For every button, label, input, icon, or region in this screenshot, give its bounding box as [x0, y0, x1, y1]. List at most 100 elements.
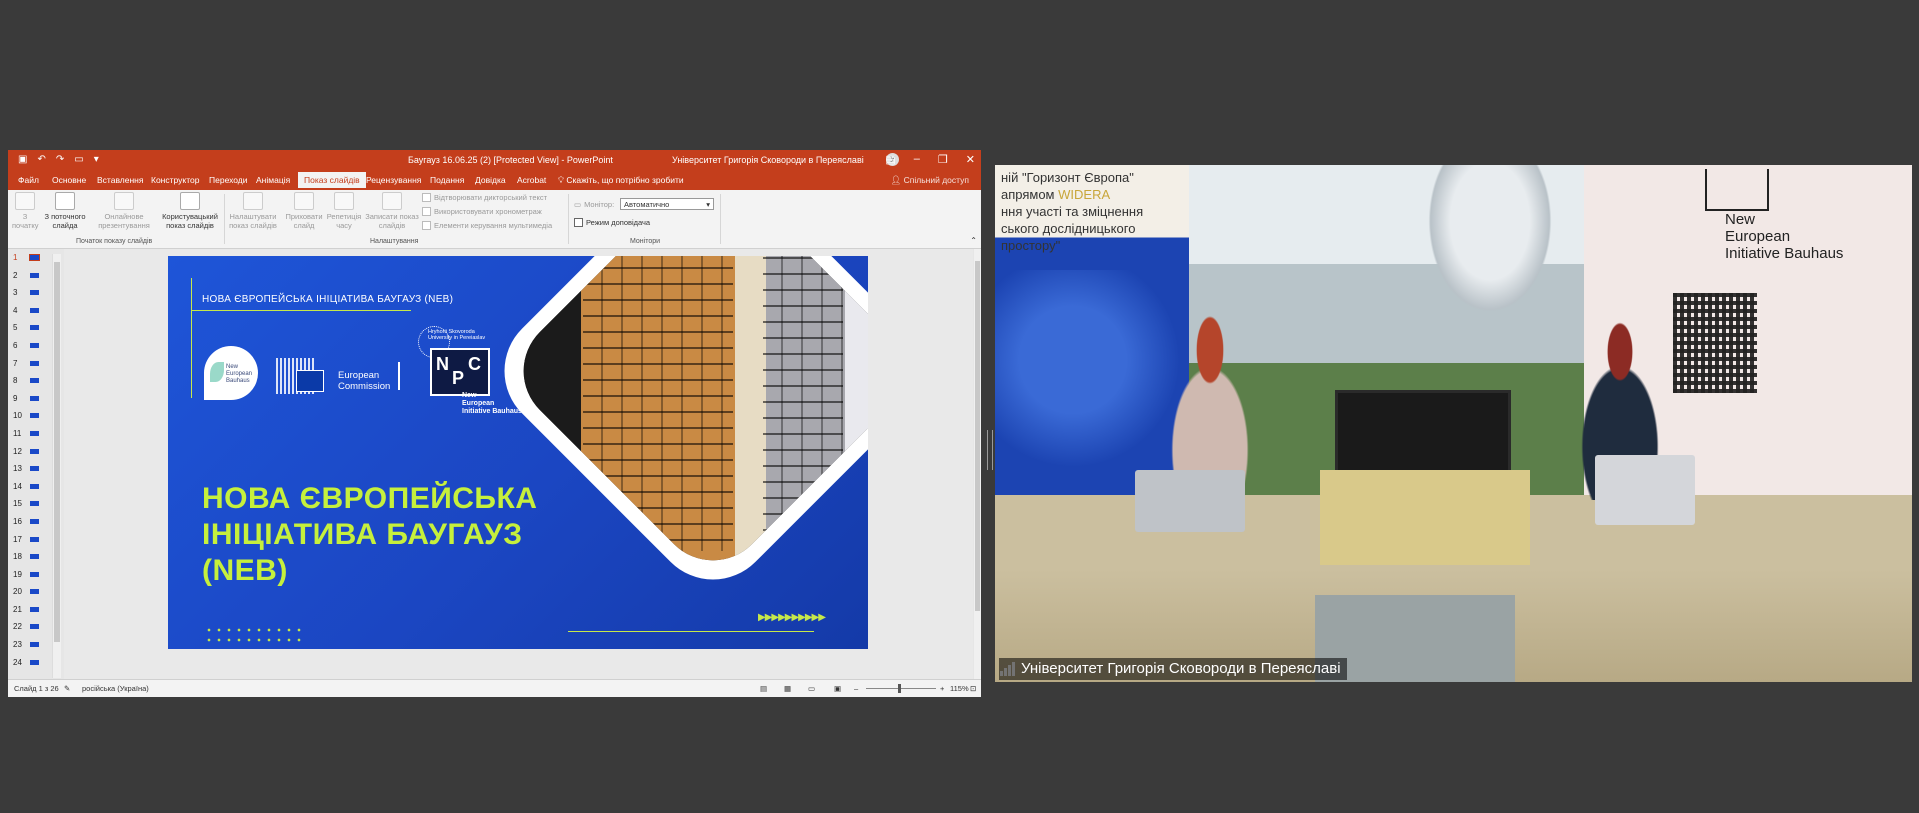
use-timings-checkbox[interactable]: Використовувати хронометраж: [422, 207, 542, 216]
setup-icon: [243, 192, 263, 210]
slide-number: 1: [13, 253, 18, 262]
collapse-ribbon-icon[interactable]: ⌃: [970, 236, 977, 245]
slide-thumbnail-icon: [30, 624, 39, 630]
slide-thumbnail-icon: [30, 659, 39, 665]
account-name[interactable]: Університет Григорія Сковороди в Переясл…: [672, 155, 864, 165]
thumbnail-scrollbar[interactable]: [52, 254, 61, 678]
slide-thumbnail-icon: [30, 518, 39, 524]
npc-caption: New European Initiative Bauhaus: [462, 392, 522, 415]
tab-view[interactable]: Подання: [430, 175, 464, 185]
share-button[interactable]: 👤︎ Спільний доступ: [890, 175, 969, 186]
slide-number: 24: [13, 657, 22, 667]
slide-number: 14: [13, 481, 22, 491]
university-name: Hryhorii Skovoroda University in Pereias…: [428, 329, 486, 341]
slide-sorter-icon[interactable]: ▦: [784, 684, 791, 693]
close-icon[interactable]: ✕: [966, 153, 975, 166]
slide-number: 4: [13, 305, 18, 315]
slideshow-view-icon[interactable]: ▣: [834, 684, 841, 693]
tab-slide-show[interactable]: Показ слайдів: [298, 172, 366, 188]
monitor-label: ▭ Монітор:: [574, 200, 615, 209]
tab-animations[interactable]: Анімація: [256, 175, 290, 185]
ribbon-display-icon[interactable]: ▤: [885, 153, 895, 166]
dot-pattern: [204, 625, 304, 645]
present-online-icon: [114, 192, 134, 210]
slide-thumbnail-icon: [30, 378, 39, 384]
zoom-slider-knob[interactable]: [898, 684, 901, 693]
slide-scrollbar[interactable]: [974, 249, 981, 680]
group-start-label: Початок показу слайдів: [76, 238, 153, 245]
slide-thumbnail-icon: [30, 554, 39, 560]
show-media-controls-checkbox[interactable]: Елементи керування мультимедіа: [422, 221, 552, 230]
current-slide[interactable]: НОВА ЄВРОПЕЙСЬКА ІНІЦІАТИВА БАУГАУЗ (NEB…: [168, 256, 868, 649]
slide-number: 6: [13, 340, 18, 350]
undo-icon[interactable]: ↶: [37, 154, 45, 165]
slide-thumbnail-icon: [30, 325, 39, 331]
slide-thumbnail-icon: [30, 589, 39, 595]
zoom-out-icon[interactable]: –: [854, 684, 858, 693]
slide-number: 13: [13, 464, 22, 474]
scrollbar-thumb[interactable]: [54, 262, 60, 642]
slide-number: 12: [13, 446, 22, 456]
rehearse-timings-button[interactable]: Репетиція часу: [324, 192, 364, 230]
tell-me-search[interactable]: 💡︎ Скажіть, що потрібно зробити: [558, 175, 684, 186]
monitor-select[interactable]: Автоматично ▾: [620, 198, 714, 210]
start-show-icon[interactable]: ▭: [74, 154, 83, 165]
qr-code: [1673, 293, 1757, 393]
zoom-in-icon[interactable]: +: [940, 684, 944, 693]
normal-view-icon[interactable]: ▤: [760, 684, 767, 693]
tab-help[interactable]: Довідка: [475, 175, 506, 185]
from-current-slide-button[interactable]: З поточного слайда: [42, 192, 88, 230]
slide-number: 5: [13, 323, 18, 333]
record-icon: [382, 192, 402, 210]
slide-thumbnail-icon: [30, 483, 39, 489]
spellcheck-icon[interactable]: ✎: [64, 684, 70, 693]
group-monitors-label: Монітори: [630, 238, 661, 245]
neb-banner-text: New European Initiative Bauhaus: [1705, 169, 1843, 262]
logo-divider: [398, 362, 400, 390]
slide-thumbnail-icon: [30, 342, 39, 348]
monitor-icon: ▭: [574, 200, 582, 209]
slide-thumbnail-icon: [30, 272, 39, 278]
document-title: Баугауз 16.06.25 (2) [Protected View] - …: [408, 155, 613, 165]
new-european-bauhaus-logo: New European Bauhaus: [204, 346, 258, 400]
scrollbar-thumb[interactable]: [975, 261, 980, 611]
banner-text: ній "Горизонт Європа" апрямом WIDERA ння…: [1001, 170, 1144, 253]
zoom-level[interactable]: 115%: [950, 684, 969, 693]
tab-acrobat[interactable]: Acrobat: [517, 175, 546, 185]
reading-view-icon[interactable]: ▭: [808, 684, 815, 693]
slide-thumbnail-icon: [30, 642, 39, 648]
tab-home[interactable]: Основне: [52, 175, 86, 185]
save-icon[interactable]: ▣: [18, 154, 27, 165]
restore-icon[interactable]: ❐: [938, 153, 948, 166]
building-windows: [583, 256, 733, 551]
customize-qat-icon[interactable]: ▾: [94, 154, 99, 165]
tab-insert[interactable]: Вставлення: [97, 175, 143, 185]
redo-icon[interactable]: ↷: [56, 154, 64, 165]
hide-slide-button[interactable]: Приховати слайд: [282, 192, 326, 230]
eu-flag-icon: [296, 370, 324, 392]
present-online-button[interactable]: Онлайнове презентування: [92, 192, 156, 230]
tab-review[interactable]: Рецензування: [366, 175, 421, 185]
language-indicator[interactable]: російська (Україна): [82, 684, 149, 693]
fit-slide-icon[interactable]: ⊡: [970, 684, 976, 693]
presenter-view-checkbox[interactable]: Режим доповідача: [574, 218, 650, 227]
custom-slide-show-button[interactable]: Користувацький показ слайдів: [158, 192, 222, 230]
slide-number: 20: [13, 587, 22, 597]
split-handle[interactable]: [987, 430, 993, 470]
zoom-slider[interactable]: [866, 688, 936, 689]
record-show-button[interactable]: Записати показ слайдів: [364, 192, 420, 230]
slide-number: 15: [13, 499, 22, 509]
slide-number: 2: [13, 270, 18, 280]
window-controls: ▤ – ❐ ✕: [885, 153, 975, 166]
tab-design[interactable]: Конструктор: [151, 175, 199, 185]
play-narrations-checkbox[interactable]: Відтворювати дикторський текст: [422, 193, 547, 202]
set-up-show-button[interactable]: Налаштувати показ слайдів: [226, 192, 280, 230]
tab-file[interactable]: Файл: [18, 175, 39, 185]
slide-thumbnail-icon: [30, 448, 39, 454]
from-beginning-button[interactable]: З початку: [12, 192, 39, 230]
slide-number: 7: [13, 358, 18, 368]
video-feed[interactable]: ній "Горизонт Європа" апрямом WIDERA ння…: [995, 165, 1912, 682]
tab-transitions[interactable]: Переходи: [209, 175, 248, 185]
slide-number: 22: [13, 622, 22, 632]
minimize-icon[interactable]: –: [914, 153, 920, 166]
